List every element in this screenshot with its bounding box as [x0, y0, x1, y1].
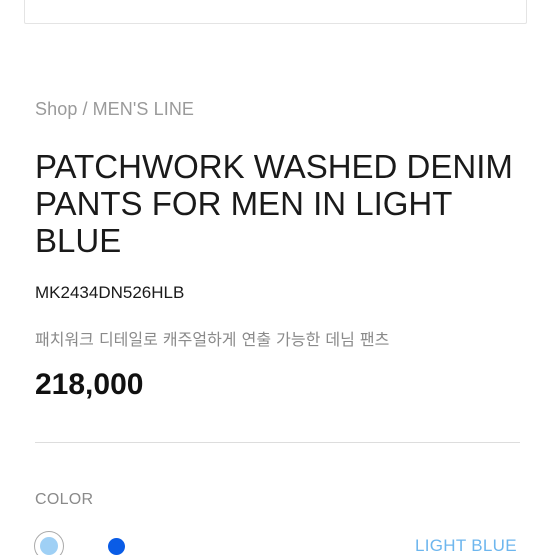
color-swatch-light-blue-fill	[40, 537, 58, 555]
breadcrumb-shop-link[interactable]: Shop	[35, 99, 77, 119]
product-sku: MK2434DN526HLB	[35, 283, 185, 302]
product-description: 패치워크 디테일로 캐주얼하게 연출 가능한 데님 팬츠	[35, 330, 390, 349]
color-swatch-light-blue[interactable]	[34, 531, 64, 555]
color-label: COLOR	[35, 491, 94, 508]
color-swatch-blue[interactable]	[108, 538, 125, 555]
product-title: PATCHWORK WASHED DENIM PANTS FOR MEN IN …	[35, 148, 513, 259]
breadcrumb: Shop / MEN'S LINE	[35, 99, 194, 120]
breadcrumb-separator: /	[82, 99, 88, 119]
product-price: 218,000	[35, 368, 144, 401]
selected-color-name: LIGHT BLUE	[415, 536, 517, 555]
breadcrumb-category-link[interactable]: MEN'S LINE	[93, 99, 194, 119]
divider	[35, 442, 520, 443]
header-frame	[24, 0, 527, 24]
